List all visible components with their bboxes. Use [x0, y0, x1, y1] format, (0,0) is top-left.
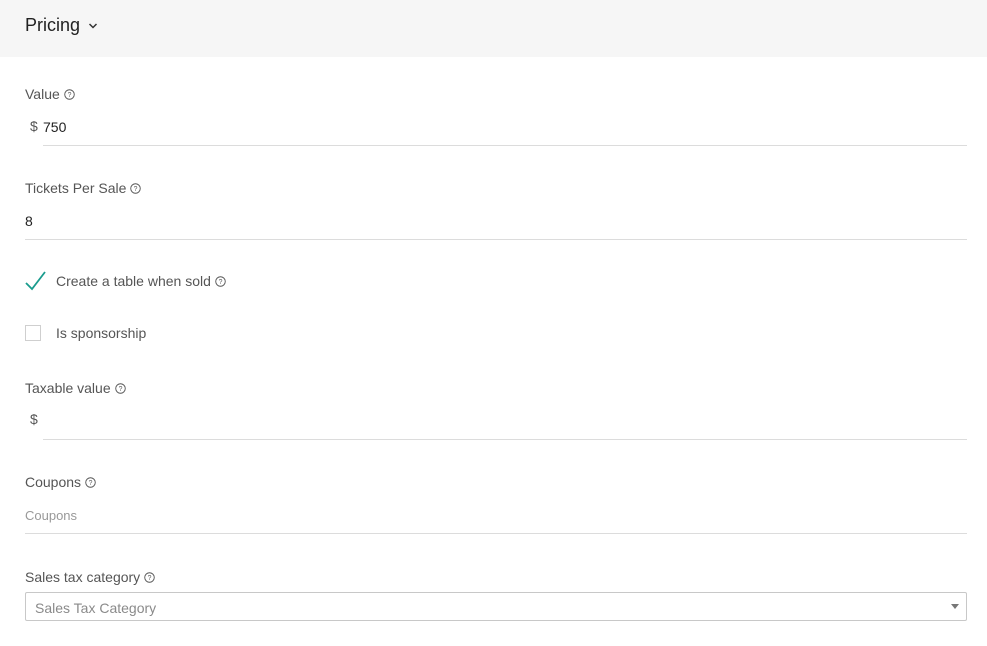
taxable-underline — [43, 439, 967, 440]
currency-symbol: $ — [30, 118, 38, 134]
is-sponsorship-label: Is sponsorship — [56, 325, 147, 341]
svg-text:?: ? — [89, 479, 93, 486]
is-sponsorship-checkbox[interactable]: Is sponsorship — [25, 325, 146, 341]
checkbox-box[interactable] — [25, 325, 41, 341]
tickets-underline — [25, 239, 967, 240]
help-icon[interactable]: ? — [64, 88, 75, 100]
value-underline — [43, 145, 967, 146]
svg-text:?: ? — [218, 278, 222, 285]
help-icon[interactable]: ? — [144, 571, 155, 583]
help-icon[interactable]: ? — [130, 182, 142, 194]
help-icon[interactable]: ? — [215, 275, 226, 287]
chevron-down-icon — [89, 22, 98, 29]
taxable-value-label: Taxable value ? — [25, 380, 126, 396]
section-title: Pricing — [25, 15, 81, 35]
tickets-per-sale-input[interactable]: 8 — [25, 213, 33, 229]
currency-symbol: $ — [30, 411, 38, 427]
dropdown-arrow-icon — [951, 604, 959, 609]
section-toggle[interactable]: Pricing — [25, 15, 98, 36]
value-input[interactable]: 750 — [43, 119, 66, 135]
svg-text:?: ? — [134, 185, 138, 192]
create-table-checkbox[interactable]: Create a table when sold ? — [25, 271, 226, 291]
check-icon — [25, 271, 46, 291]
svg-text:?: ? — [118, 385, 122, 392]
help-icon[interactable]: ? — [85, 476, 96, 488]
coupons-underline — [25, 533, 967, 534]
sales-tax-category-label: Sales tax category ? — [25, 569, 155, 585]
value-label: Value ? — [25, 86, 75, 102]
sales-tax-category-select[interactable]: Sales Tax Category — [25, 592, 967, 621]
create-table-label: Create a table when sold — [56, 273, 211, 289]
select-placeholder: Sales Tax Category — [35, 600, 157, 616]
section-header: Pricing — [0, 0, 987, 57]
coupons-input[interactable]: Coupons — [25, 508, 77, 523]
svg-text:?: ? — [67, 91, 71, 98]
svg-text:?: ? — [148, 574, 152, 581]
help-icon[interactable]: ? — [114, 382, 126, 394]
tickets-per-sale-label: Tickets Per Sale ? — [25, 180, 142, 196]
coupons-label: Coupons ? — [25, 474, 96, 490]
